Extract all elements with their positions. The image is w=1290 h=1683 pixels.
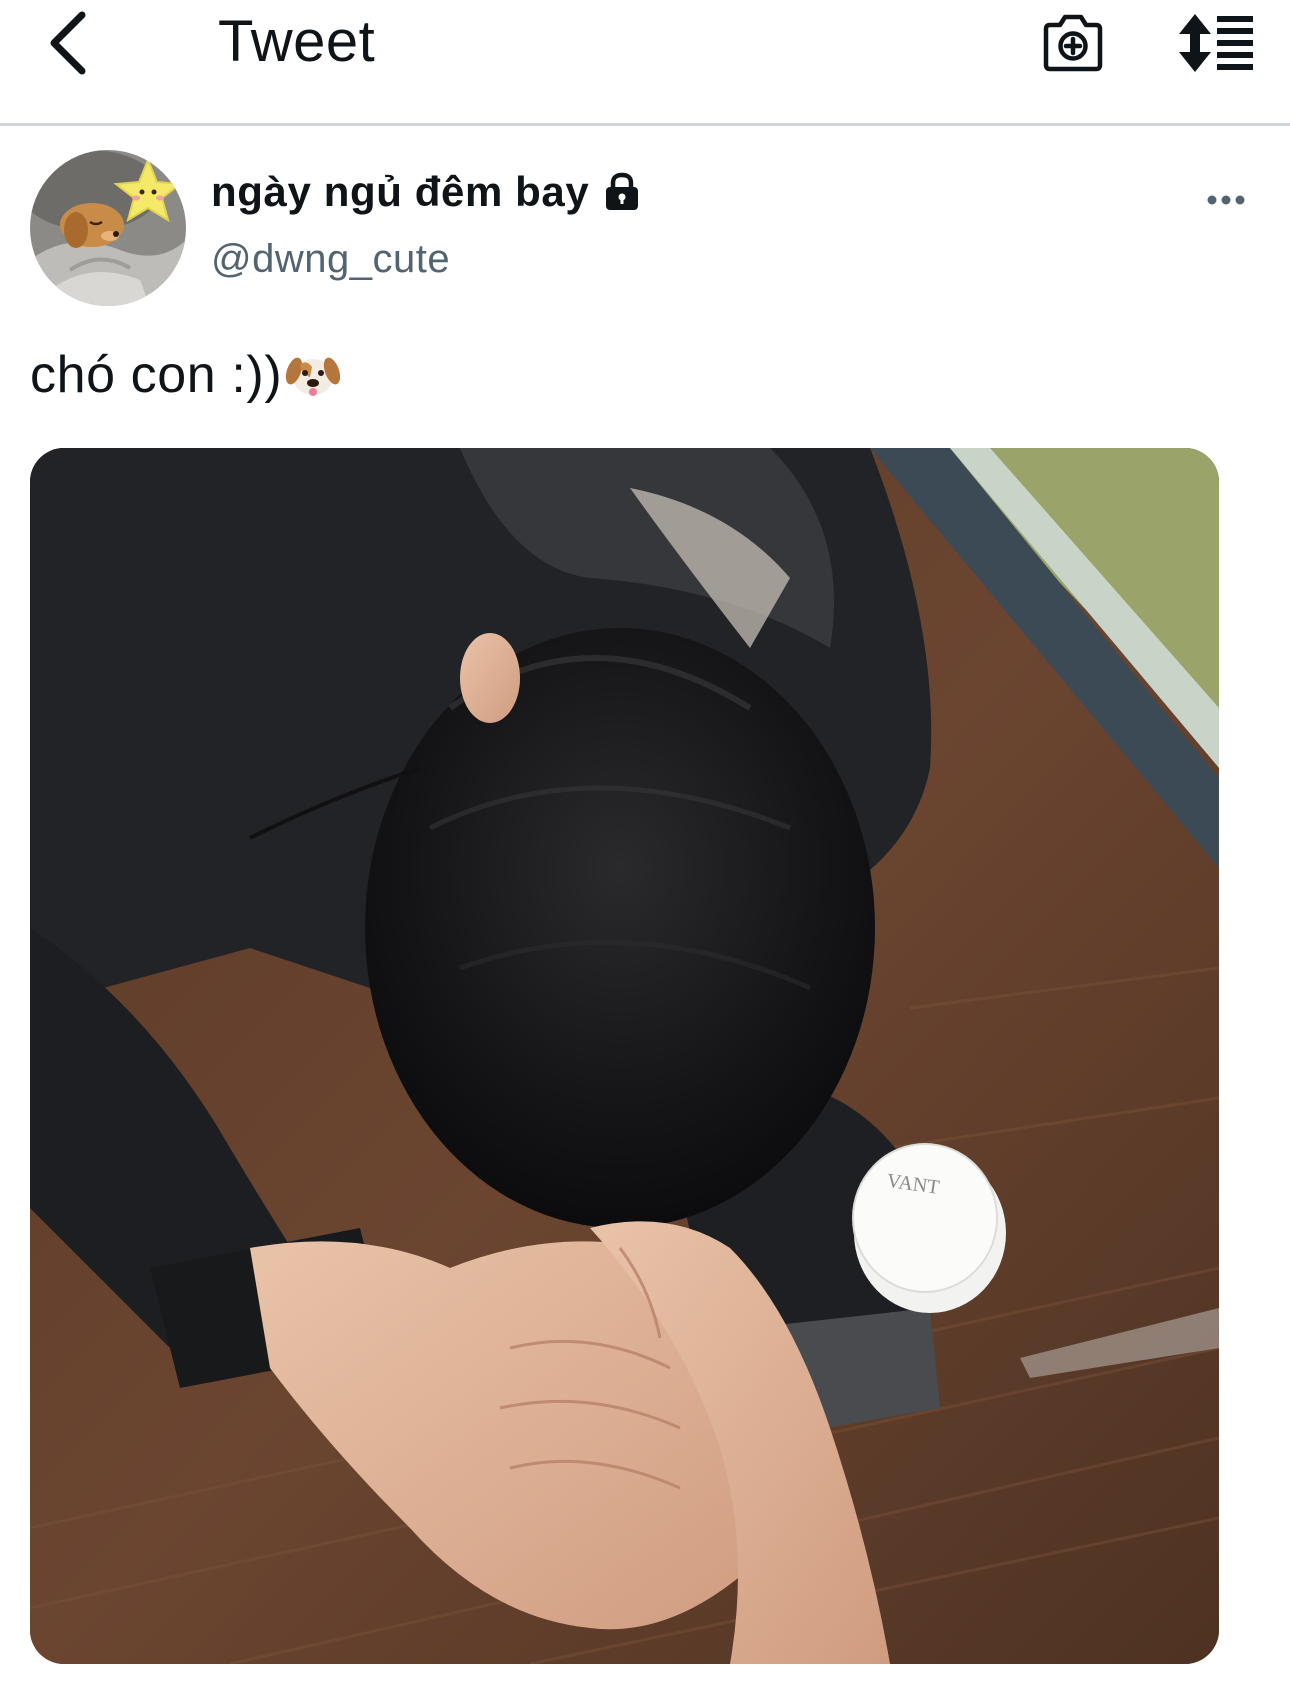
sort-list-icon (1179, 14, 1253, 72)
page-title: Tweet (218, 9, 376, 74)
lock-icon (603, 172, 641, 212)
sort-button[interactable] (1176, 6, 1258, 80)
dog-face-emoji-icon (286, 351, 341, 399)
avatar[interactable] (30, 150, 186, 306)
more-dots-icon (1207, 195, 1245, 205)
author-display-name[interactable]: ngày ngủ đêm bay (211, 166, 641, 218)
tweet-photo[interactable]: VANT (30, 448, 1219, 1664)
author-handle[interactable]: @dwng_cute (211, 234, 450, 284)
display-name-text: ngày ngủ đêm bay (211, 168, 590, 215)
top-nav-bar: Tweet (0, 0, 1290, 126)
tweet-photo-image: VANT (30, 448, 1219, 1664)
chevron-left-icon (50, 11, 86, 75)
camera-button[interactable] (1040, 8, 1106, 78)
more-options-button[interactable] (1200, 180, 1252, 220)
camera-plus-icon (1043, 14, 1103, 72)
tweet-text-content: chó con :)) (30, 346, 283, 404)
tweet-text: chó con :)) (30, 343, 341, 407)
back-button[interactable] (38, 8, 98, 78)
avatar-puppy-star-image (30, 150, 186, 306)
